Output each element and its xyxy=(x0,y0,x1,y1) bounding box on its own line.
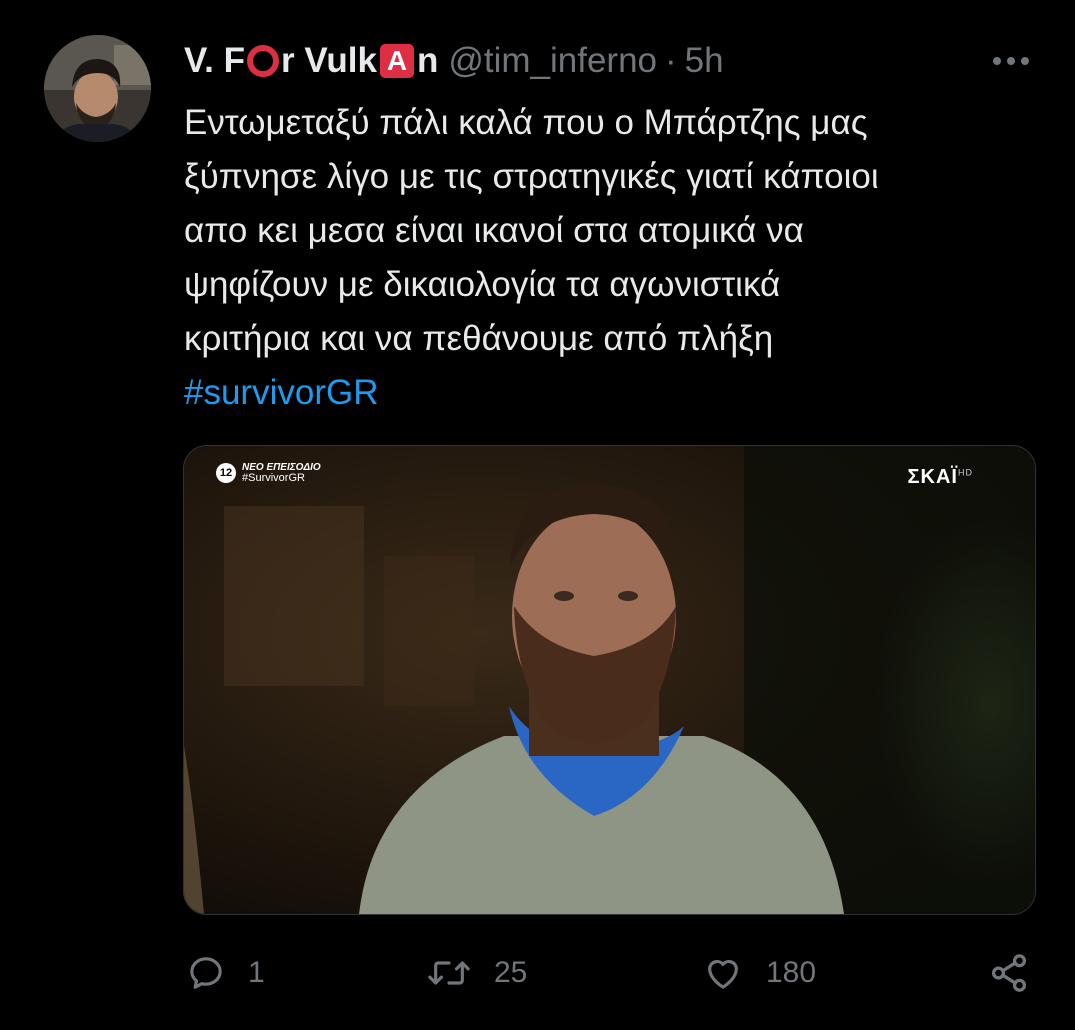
timestamp[interactable]: 5h xyxy=(685,41,724,81)
tweet-text-line: κριτήρια και να πεθάνουμε από πλήξη xyxy=(184,319,774,358)
episode-overlay: 12 ΝΕΟ ΕΠΕΙΣΟΔΙΟ #SurvivorGR xyxy=(216,462,321,484)
a-button-emoji-icon: A xyxy=(379,44,414,78)
display-name[interactable]: V. F r Vulk A n xyxy=(184,41,438,81)
tweet-header: V. F r Vulk A n @tim_inferno · 5h xyxy=(184,38,724,84)
retweet-button[interactable]: 25 xyxy=(426,950,527,996)
red-circle-emoji-icon xyxy=(246,45,279,77)
like-button[interactable]: 180 xyxy=(702,950,816,996)
avatar-image xyxy=(44,35,151,142)
media-photo xyxy=(184,446,1035,914)
channel-logo: ΣΚΑΪHD xyxy=(908,466,973,489)
share-icon xyxy=(991,954,1027,992)
display-name-part1: V. F xyxy=(184,41,245,80)
tweet-text-line: Εντωμεταξύ πάλι καλά που ο Μπάρτζης μας xyxy=(184,103,868,142)
channel-logo-text: ΣΚΑΪ xyxy=(907,466,958,488)
reply-button[interactable]: 1 xyxy=(186,950,265,996)
user-handle[interactable]: @tim_inferno xyxy=(448,41,657,81)
action-bar: 1 25 180 xyxy=(0,950,1075,996)
reply-icon xyxy=(190,957,222,989)
retweet-count: 25 xyxy=(494,956,528,989)
media-image[interactable]: 12 ΝΕΟ ΕΠΕΙΣΟΔΙΟ #SurvivorGR ΣΚΑΪHD xyxy=(183,445,1036,915)
avatar[interactable] xyxy=(44,35,151,142)
tweet-text-line: απο κει μεσα είναι ικανοί στα ατομικά να xyxy=(184,211,804,250)
retweet-icon xyxy=(428,961,470,985)
hashtag-link[interactable]: #survivorGR xyxy=(184,366,1034,420)
overlay-hashtag: #SurvivorGR xyxy=(242,472,305,484)
separator-dot: · xyxy=(665,41,677,80)
display-name-part3: n xyxy=(416,41,439,80)
display-name-part2: r Vulk xyxy=(280,41,377,80)
tweet-text-line: ψηφίζουν με δικαιολογία τα αγωνιστικά xyxy=(184,265,781,304)
reply-count: 1 xyxy=(248,956,265,989)
age-rating-badge: 12 xyxy=(216,463,236,483)
like-count: 180 xyxy=(766,956,817,989)
tweet-text-line: ξύπνησε λίγο με τις στρατηγικές γιατί κά… xyxy=(184,157,879,196)
like-icon xyxy=(708,959,738,989)
tweet-text: Εντωμεταξύ πάλι καλά που ο Μπάρτζης μας … xyxy=(184,96,1034,420)
tweet[interactable]: V. F r Vulk A n @tim_inferno · 5h Εντωμε… xyxy=(0,0,1075,1030)
channel-logo-suffix: HD xyxy=(958,467,973,478)
more-icon[interactable] xyxy=(986,48,1036,74)
share-button[interactable] xyxy=(988,950,1030,996)
